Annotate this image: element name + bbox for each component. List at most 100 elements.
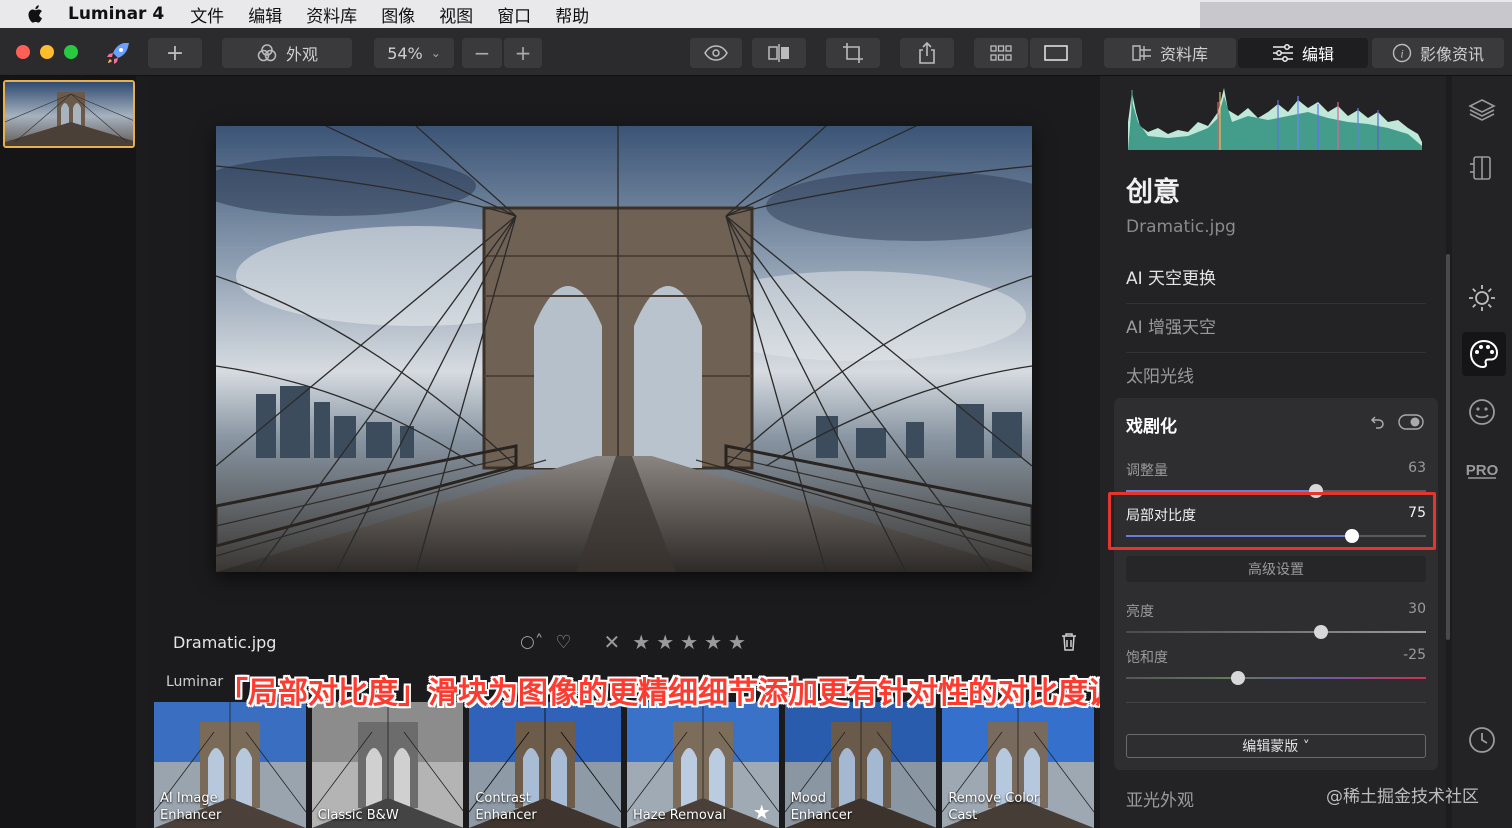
dramatic-tool-card: 戏剧化 调整量 63 局部对比度 75 高级设置 亮度 30 饱和度 -25 编辑蒙版 … [1114,398,1438,770]
slider-track[interactable] [1126,671,1426,685]
slider-value: -25 [1403,647,1426,663]
highlight-box [1108,492,1436,550]
slider-label: 饱和度 [1126,650,1168,666]
menu-file[interactable]: 文件 [190,2,224,27]
eye-icon [704,45,728,61]
preset-thumbnail[interactable]: Remove Color Cast [942,702,1095,828]
watermark: @稀土掘金技术社区 [1326,787,1479,807]
filmstrip-thumbnail-selected[interactable] [3,80,135,148]
zoom-window-button[interactable] [64,45,78,59]
slider-value: 63 [1408,460,1426,476]
plus-icon: + [165,40,185,66]
minimize-window-button[interactable] [40,45,54,59]
slider-knob[interactable] [1314,625,1328,639]
preset-label: Contrast Enhancer [475,791,537,823]
preview-button[interactable] [690,38,742,68]
zoom-dropdown[interactable]: 54% ⌄ [374,38,454,68]
favorite-star-icon[interactable]: ★ [753,800,771,824]
image-canvas: Dramatic.jpg ○˄ ♡ ✕ ★ ★ ★ ★ ★ Luminar AI… [148,76,1100,828]
zoom-in-button[interactable]: + [504,38,542,68]
tab-edit[interactable]: 编辑 [1238,38,1368,68]
toggle-switch[interactable] [1398,414,1424,434]
advanced-settings-button[interactable]: 高级设置 [1126,556,1426,582]
close-window-button[interactable] [16,45,30,59]
tab-info[interactable]: i 影像资讯 [1372,38,1504,68]
image-filename: Dramatic.jpg [173,632,277,652]
presets-strip: AI Image Enhancer Classic B&W Contrast E… [154,702,1095,828]
pro-icon[interactable]: PRO [1464,452,1500,488]
slider-track[interactable] [1126,625,1426,639]
sliders-icon [1272,44,1294,62]
looks-label: 外观 [285,45,318,64]
menu-edit[interactable]: 编辑 [248,2,282,27]
star-4-icon[interactable]: ★ [704,630,722,654]
preset-thumbnail[interactable]: Classic B&W [311,702,464,828]
panel-title: 创意 [1126,177,1180,208]
preset-thumbnail[interactable]: AI Image Enhancer [154,702,306,828]
star-2-icon[interactable]: ★ [656,630,674,654]
rating-controls: ○˄ ♡ ✕ ★ ★ ★ ★ ★ [520,630,746,654]
panel-filename: Dramatic.jpg [1126,217,1236,237]
menu-library[interactable]: 资料库 [306,2,357,27]
tool-category-rail: PRO [1452,76,1512,828]
compare-button[interactable] [752,38,806,68]
filmstrip [0,76,136,828]
favorite-heart-icon[interactable]: ♡ [555,632,571,653]
tab-edit-label: 编辑 [1301,45,1334,64]
app-menu[interactable]: Luminar 4 [68,4,164,24]
zoom-value: 54% [387,43,423,63]
add-button[interactable]: + [148,38,202,68]
star-3-icon[interactable]: ★ [680,630,698,654]
preset-label: Mood Enhancer [790,791,853,823]
essentials-sun-icon[interactable] [1464,280,1500,316]
slider-value: 30 [1408,601,1426,617]
star-1-icon[interactable]: ★ [632,630,650,654]
reject-icon[interactable]: ✕ [603,630,620,654]
preset-thumbnail[interactable]: Haze Removal ★ [627,702,779,828]
library-icon [1132,44,1152,62]
edit-mask-button[interactable]: 编辑蒙版 ˅ [1126,734,1426,758]
tool-matte-look[interactable]: 亚光外观 [1126,786,1194,811]
slider-label: 亮度 [1126,604,1154,620]
portrait-face-icon[interactable] [1464,394,1500,430]
saturation-slider[interactable]: 饱和度 -25 [1126,647,1426,685]
toolbar: + 外观 54% ⌄ − + 资料库 编辑 i 影像资讯 [0,28,1512,76]
slider-knob[interactable] [1231,671,1245,685]
preset-thumbnail[interactable]: Mood Enhancer [784,702,937,828]
single-view-button[interactable] [1030,38,1082,68]
card-controls [1370,414,1424,434]
main-photo[interactable] [216,126,1032,572]
tab-info-label: 影像资讯 [1419,45,1484,64]
canvas-icon[interactable] [1464,150,1500,186]
tool-sunrays[interactable]: 太阳光线 [1126,362,1426,402]
undo-icon[interactable] [1370,414,1386,434]
tab-library[interactable]: 资料库 [1104,38,1236,68]
grid-view-button[interactable] [974,38,1028,68]
rocket-icon[interactable] [104,39,132,71]
brightness-slider[interactable]: 亮度 30 [1126,601,1426,639]
star-5-icon[interactable]: ★ [728,630,746,654]
preset-thumbnail[interactable]: Contrast Enhancer [469,702,622,828]
tool-ai-sky-replacement[interactable]: AI 天空更换 [1126,264,1426,304]
amount-slider[interactable]: 调整量 63 [1126,460,1426,498]
menu-help[interactable]: 帮助 [555,2,589,27]
menu-window[interactable]: 窗口 [497,2,531,27]
color-label-icon[interactable]: ○˄ [520,632,543,652]
share-button[interactable] [900,38,954,68]
history-clock-icon[interactable] [1464,722,1500,758]
dramatic-tool-title: 戏剧化 [1126,417,1177,437]
svg-text:PRO: PRO [1466,462,1499,479]
layers-icon[interactable] [1464,92,1500,128]
trash-icon[interactable] [1060,632,1078,656]
tool-ai-sky-enhancer[interactable]: AI 增强天空 [1126,313,1426,353]
menu-view[interactable]: 视图 [439,2,473,27]
preset-label: AI Image Enhancer [160,791,222,823]
apple-menu-icon[interactable] [24,2,48,26]
creative-palette-icon[interactable] [1462,332,1506,376]
zoom-out-button[interactable]: − [462,38,502,68]
crop-button[interactable] [826,38,880,68]
panel-scrollbar[interactable] [1446,254,1450,640]
menu-image[interactable]: 图像 [381,2,415,27]
presets-category-label: Luminar [166,674,224,690]
looks-button[interactable]: 外观 [222,38,352,68]
